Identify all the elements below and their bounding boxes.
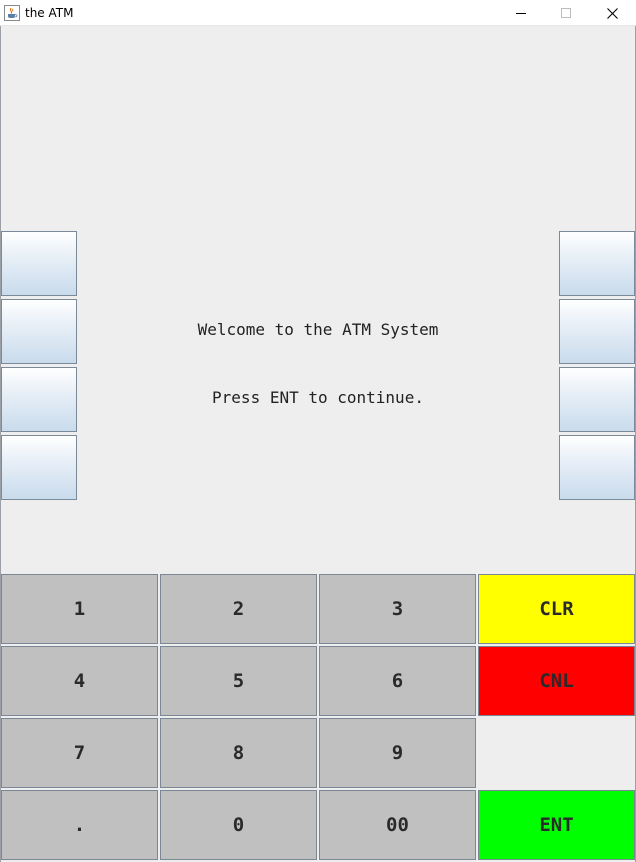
key-00[interactable]: 00 [319,790,476,860]
key-4[interactable]: 4 [1,646,158,716]
window-title: the ATM [25,6,74,20]
key-6[interactable]: 6 [319,646,476,716]
title-bar[interactable]: the ATM [0,0,636,26]
instruction-message: Press ENT to continue. [212,388,424,407]
cancel-button[interactable]: CNL [478,646,635,716]
maximize-icon [561,8,571,18]
key-8[interactable]: 8 [160,718,317,788]
key-dot[interactable]: . [1,790,158,860]
right-side-button-4[interactable] [559,435,635,500]
welcome-message: Welcome to the ATM System [197,320,439,339]
key-1[interactable]: 1 [1,574,158,644]
key-9[interactable]: 9 [319,718,476,788]
key-5[interactable]: 5 [160,646,317,716]
minimize-button[interactable] [498,0,544,26]
close-icon [606,7,618,19]
close-button[interactable] [589,0,635,26]
right-side-button-1[interactable] [559,231,635,296]
java-cup-icon [4,5,20,21]
key-3[interactable]: 3 [319,574,476,644]
key-7[interactable]: 7 [1,718,158,788]
key-0[interactable]: 0 [160,790,317,860]
minimize-icon [516,13,526,14]
clear-button[interactable]: CLR [478,574,635,644]
left-side-button-4[interactable] [1,435,77,500]
enter-button[interactable]: ENT [478,790,635,860]
maximize-button[interactable] [543,0,589,26]
key-2[interactable]: 2 [160,574,317,644]
left-side-button-1[interactable] [1,231,77,296]
